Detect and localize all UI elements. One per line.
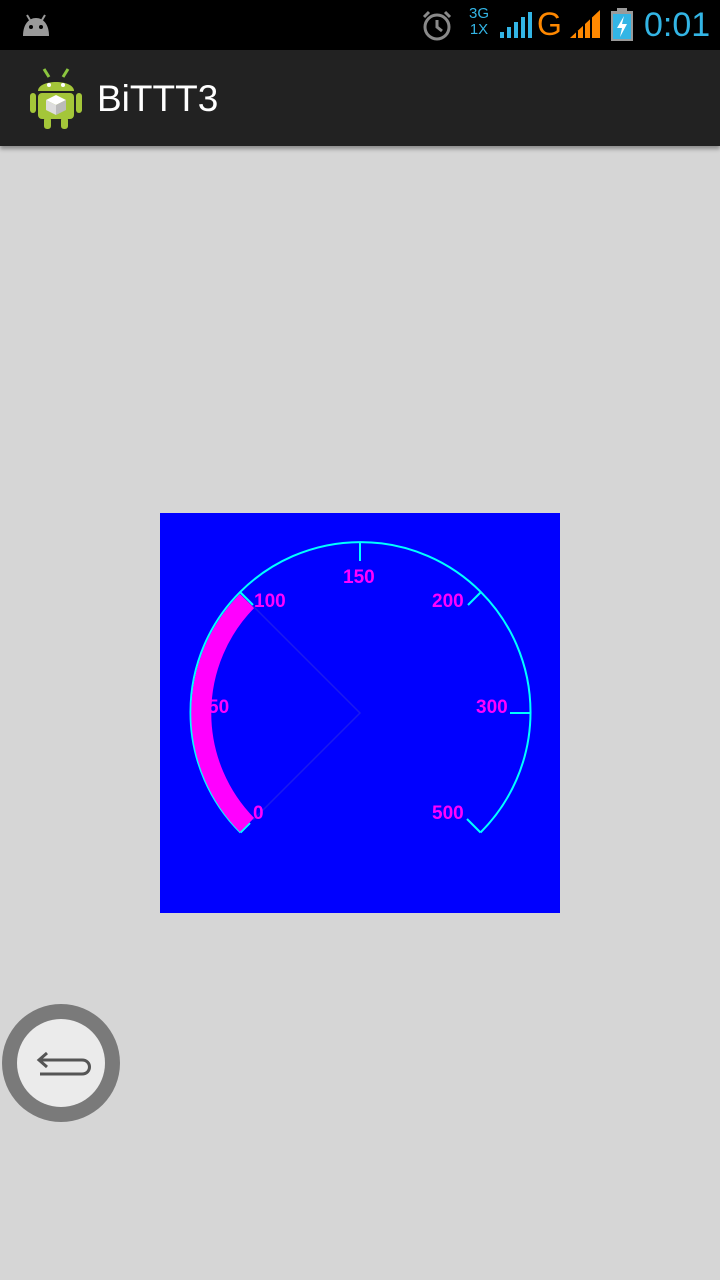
gauge-label-150: 150	[343, 567, 375, 588]
android-app-icon[interactable]	[30, 67, 82, 134]
gauge-tick	[466, 818, 482, 834]
action-bar: BiTTT3	[0, 50, 720, 146]
gauge-label-50: 50	[208, 697, 229, 718]
speed-gauge: 0 50 100 150 200 300 500	[160, 513, 560, 913]
gauge-needle	[252, 605, 362, 821]
data-type-label: G	[537, 6, 562, 42]
gauge-label-500: 500	[432, 803, 464, 824]
network-type-bottom: 1X	[469, 21, 489, 38]
app-title: BiTTT3	[97, 78, 219, 119]
back-arrow-icon	[36, 1051, 91, 1076]
gauge-label-200: 200	[432, 591, 464, 612]
gauge-label-0: 0	[253, 803, 264, 824]
alarm-icon	[420, 9, 454, 48]
gauge-label-300: 300	[476, 697, 508, 718]
battery-charging-icon	[610, 8, 634, 47]
android-notification-icon	[20, 12, 52, 43]
status-bar: 3G 1X G 0:01	[0, 0, 720, 50]
network-type-indicator: 3G 1X	[468, 6, 490, 38]
status-clock: 0:01	[644, 6, 711, 44]
back-button[interactable]	[2, 1004, 120, 1122]
signal-icon	[568, 8, 602, 45]
signal-icon	[498, 10, 534, 45]
gauge-canvas: 0 50 100 150 200 300 500	[189, 541, 532, 834]
gauge-tick	[467, 591, 482, 606]
gauge-label-100: 100	[254, 591, 286, 612]
network-type-top: 3G	[468, 5, 489, 22]
